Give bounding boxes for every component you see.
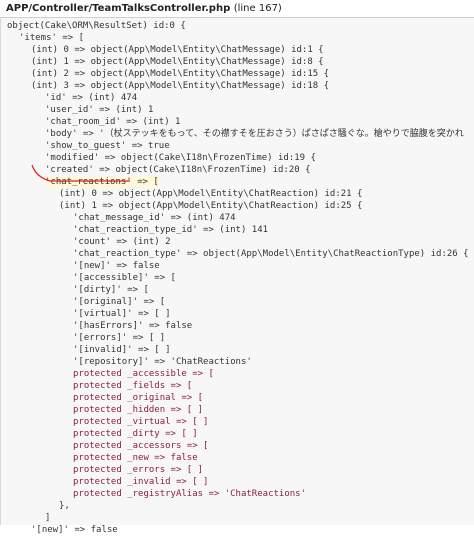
dump-line: '[new]' => false (31, 525, 118, 535)
dump-line: '[new]' => false (73, 261, 160, 271)
dump-line: 'chat_reaction_type_id' => (int) 141 (73, 225, 269, 235)
debug-header: APP/Controller/TeamTalksController.php (… (0, 0, 474, 18)
dump-line: '[invalid]' => [ ] (73, 345, 171, 355)
dump-line: protected _accessible => [ (73, 369, 214, 379)
dump-line: protected _virtual => [ ] (73, 417, 209, 427)
dump-line: 'id' => (int) 474 (45, 93, 138, 103)
dump-line: '[dirty]' => [ (73, 285, 149, 295)
dump-line: '[repository]' => 'ChatReactions' (73, 357, 252, 367)
dump-line: 'modified' => object(Cake\I18n\FrozenTim… (45, 153, 316, 163)
dump-line: }, (59, 501, 70, 511)
dump-line: (int) 1 => object(App\Model\Entity\ChatR… (59, 201, 363, 211)
dump-line: protected _new => false (73, 453, 198, 463)
dump-line: 'chat_room_id' => (int) 1 (45, 117, 181, 127)
dump-line: 'chat_message_id' => (int) 474 (73, 213, 236, 223)
dump-line: 'chat_reactions' => [ (45, 176, 159, 188)
dump-line: protected _invalid => [ ] (73, 477, 209, 487)
dump-line: protected _errors => [ ] (73, 465, 204, 475)
dump-line: (int) 1 => object(App\Model\Entity\ChatM… (31, 57, 324, 67)
dump-line: 'chat_reaction_type' => object(App\Model… (73, 249, 469, 259)
dump-line: object(Cake\ORM\ResultSet) id:0 { (7, 21, 186, 31)
dump-line: 'items' => [ (19, 33, 85, 43)
dump-line: '[virtual]' => [ ] (73, 309, 171, 319)
dump-line: 'created' => object(Cake\I18n\FrozenTime… (45, 165, 311, 175)
dump-line: protected _accessors => [ (73, 441, 209, 451)
dump-line: (int) 3 => object(App\Model\Entity\ChatM… (31, 81, 330, 91)
dump-line: (int) 0 => object(App\Model\Entity\ChatM… (31, 45, 324, 55)
dump-line: 'user_id' => (int) 1 (45, 105, 154, 115)
dump-line: '[errors]' => [ ] (73, 333, 166, 343)
dump-line: 'show_to_guest' => true (45, 141, 170, 151)
dump-line: protected _dirty => [ ] (73, 429, 198, 439)
file-path: APP/Controller/TeamTalksController.php (6, 3, 231, 14)
dump-line: '[original]' => [ (73, 297, 166, 307)
dump-line: ] (45, 513, 51, 523)
debug-dump: object(Cake\ORM\ResultSet) id:0 { 'items… (0, 18, 474, 535)
dump-line: 'body' => '（杖ステッキをもって、その襟すそを圧おさう）ぱさぱさ騒ぐな… (45, 129, 464, 139)
dump-line: protected _fields => [ (73, 381, 193, 391)
dump-line: '[accessible]' => [ (73, 273, 176, 283)
line-number: (line 167) (233, 3, 282, 14)
dump-line: protected _hidden => [ ] (73, 405, 204, 415)
dump-line: (int) 0 => object(App\Model\Entity\ChatR… (59, 189, 363, 199)
dump-line: protected _registryAlias => 'ChatReactio… (73, 489, 306, 499)
dump-line: '[hasErrors]' => false (73, 321, 193, 331)
dump-line: 'count' => (int) 2 (73, 237, 171, 247)
dump-line: protected _original => [ (73, 393, 204, 403)
dump-line: (int) 2 => object(App\Model\Entity\ChatM… (31, 69, 330, 79)
file-location: APP/Controller/TeamTalksController.php (… (6, 3, 282, 14)
